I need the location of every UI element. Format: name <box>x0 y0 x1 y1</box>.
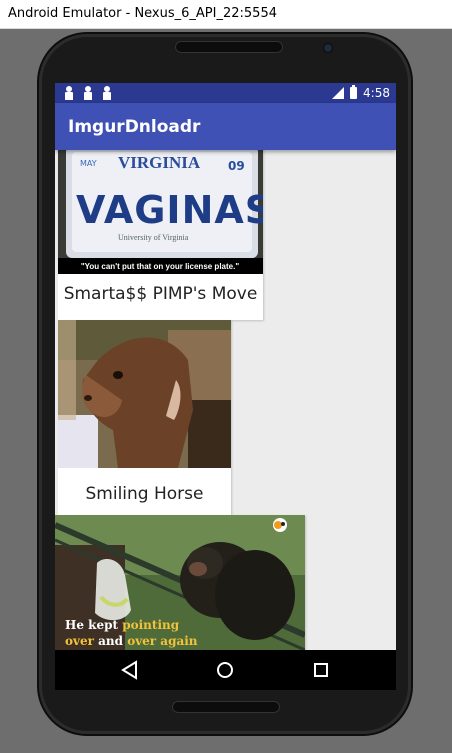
image-list[interactable]: MAY VIRGINIA 09 VAGINAS University of Vi… <box>55 150 396 650</box>
plate-number: VAGINAS <box>76 188 263 232</box>
cell-signal-icon <box>332 87 345 99</box>
status-bar: 4:58 <box>55 83 396 103</box>
status-time: 4:58 <box>363 86 390 100</box>
emulator-titlebar: Android Emulator - Nexus_6_API_22:5554 <box>0 0 452 29</box>
item-title: Smiling Horse <box>85 484 204 504</box>
license-plate-image[interactable]: MAY VIRGINIA 09 VAGINAS University of Vi… <box>58 150 263 274</box>
list-item[interactable]: He kept pointing over and over again <box>55 515 305 650</box>
pointing-animal-image[interactable]: He kept pointing over and over again <box>55 515 305 650</box>
notification-person-icon <box>65 86 73 100</box>
back-triangle-icon[interactable] <box>116 658 142 682</box>
image-text-highlight: pointing <box>122 618 180 632</box>
app-toolbar: ImgurDnloadr <box>55 103 396 150</box>
image-text-part: He kept <box>65 618 122 632</box>
image-caption-text: "You can't put that on your license plat… <box>81 262 239 271</box>
plate-year: 09 <box>228 159 245 173</box>
front-camera-icon <box>324 44 332 52</box>
plate-state: VIRGINIA <box>118 153 201 172</box>
window-close-button[interactable] <box>406 0 452 28</box>
phone-screen: 4:58 ImgurDnloadr MAY VIRGINIA 09 VAGINA… <box>55 83 396 690</box>
notification-person-icon <box>84 86 92 100</box>
home-circle-icon[interactable] <box>212 658 238 682</box>
svg-text:He kept pointing: He kept pointing <box>65 618 180 632</box>
list-item[interactable]: Smiling Horse <box>58 320 231 516</box>
notification-person-icon <box>103 86 111 100</box>
navigation-bar <box>55 650 396 690</box>
app-title: ImgurDnloadr <box>68 117 201 137</box>
battery-icon <box>350 85 358 99</box>
horse-image[interactable] <box>58 320 231 468</box>
plate-month: MAY <box>80 159 97 168</box>
recents-square-icon[interactable] <box>308 658 334 682</box>
image-text-part: and <box>94 634 127 648</box>
list-item[interactable]: MAY VIRGINIA 09 VAGINAS University of Vi… <box>58 150 263 320</box>
emulator-window-title: Android Emulator - Nexus_6_API_22:5554 <box>8 6 277 21</box>
top-speaker-grille <box>175 41 283 53</box>
item-title: Smarta$$ PIMP's Move <box>63 284 258 304</box>
svg-text:over and over again: over and over again <box>65 634 198 648</box>
bottom-speaker-grille <box>172 701 280 713</box>
image-text-highlight: over <box>65 634 95 648</box>
image-text-highlight: over again <box>127 634 198 648</box>
plate-university: University of Virginia <box>118 233 189 242</box>
